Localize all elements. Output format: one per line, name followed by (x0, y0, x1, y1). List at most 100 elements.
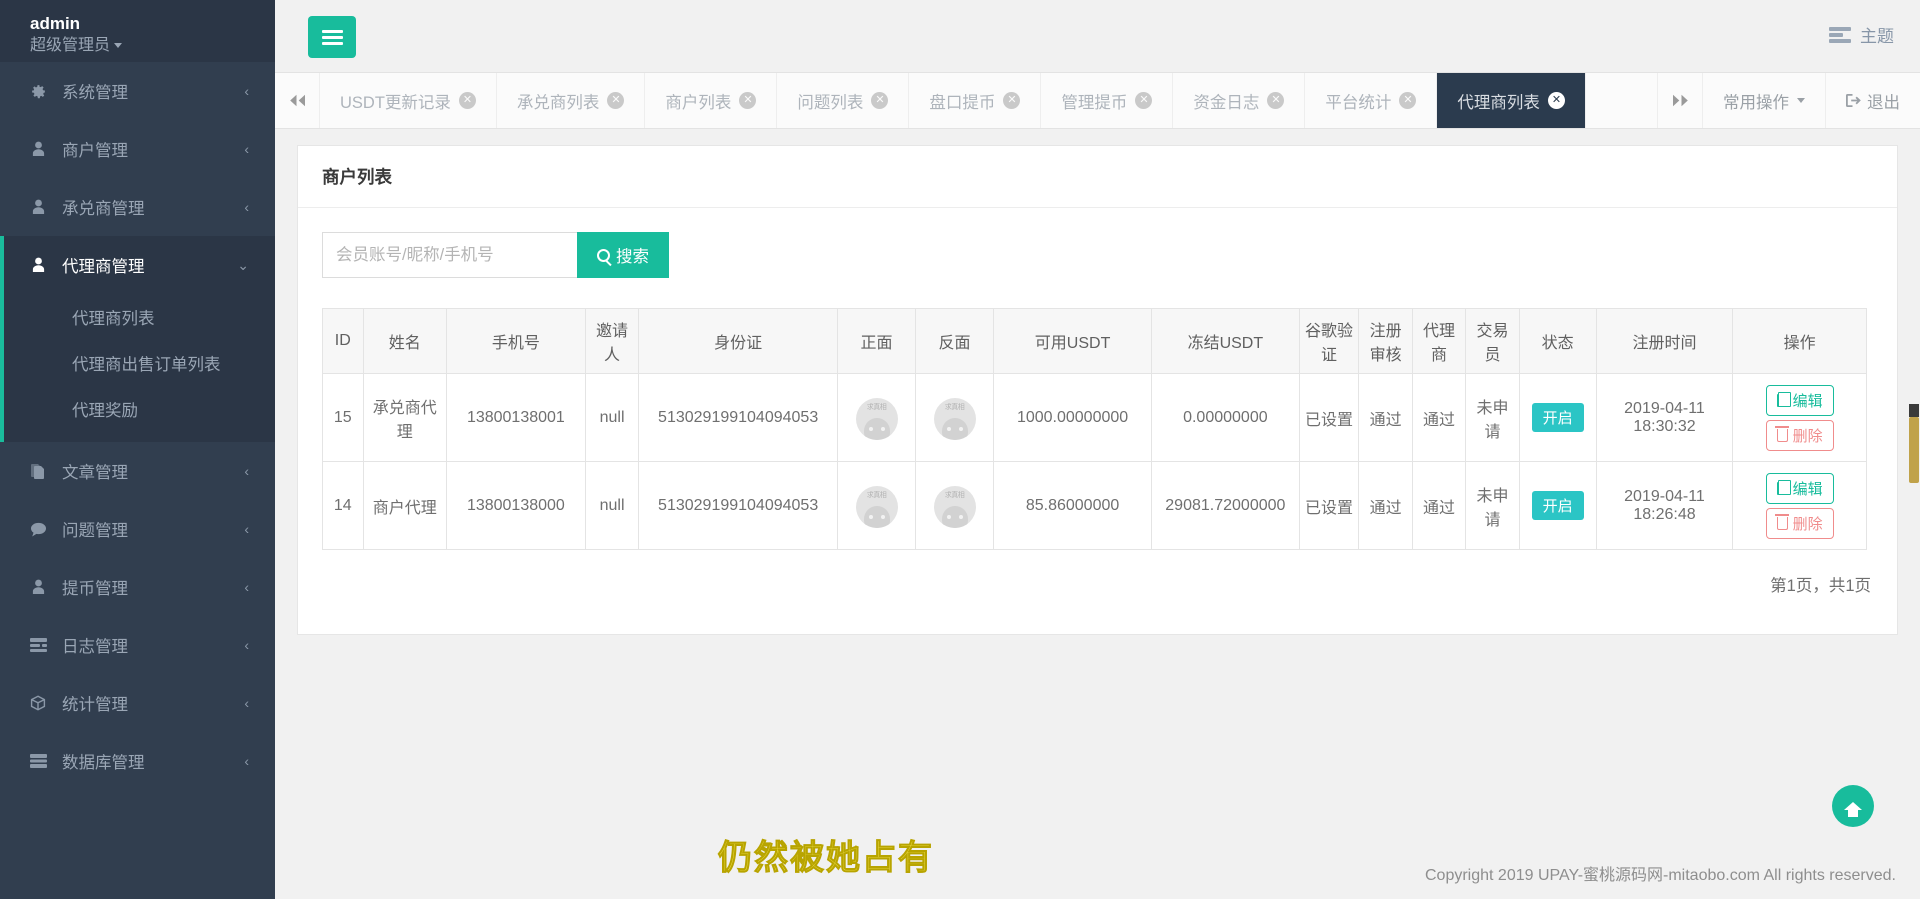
status-badge[interactable]: 开启 (1531, 491, 1584, 520)
hamburger-icon (321, 27, 343, 48)
agent-table: ID 姓名 手机号 邀请人 身份证 正面 反面 可用USDT 冻结USDT 谷歌… (322, 308, 1867, 550)
logout-button[interactable]: 退出 (1825, 73, 1920, 128)
page-scrollbar-track[interactable] (1908, 129, 1920, 899)
chevron-left-icon: ‹ (244, 753, 249, 769)
logout-icon (1846, 94, 1861, 107)
tab-close-icon[interactable]: ✕ (1547, 92, 1565, 109)
sidebar-link-article[interactable]: 文章管理 ‹ (0, 442, 275, 500)
gear-icon (26, 83, 50, 100)
tab-label: 承兑商列表 (516, 93, 600, 112)
copyright-text: Copyright 2019 UPAY-蜜桃源码网-mitaobo.com Al… (1425, 867, 1896, 884)
cell-trader: 未申请 (1465, 461, 1520, 550)
sidebar-link-merchant[interactable]: 商户管理 ‹ (0, 120, 275, 178)
sidebar-sublink-agent-sell-orders[interactable]: 代理商出售订单列表 (4, 340, 275, 386)
sidebar-item-log[interactable]: 日志管理 ‹ (0, 616, 275, 674)
database-icon (26, 754, 50, 768)
theme-button[interactable]: 主题 (1829, 22, 1894, 47)
tab-agent-list[interactable]: 代理商列表 ✕ (1437, 73, 1586, 128)
tab-usdt-update-log[interactable]: USDT更新记录 ✕ (320, 73, 497, 128)
search-button[interactable]: 搜索 (577, 232, 669, 278)
tab-close-icon[interactable]: ✕ (607, 92, 625, 109)
sidebar-label: 代理商管理 (62, 258, 145, 276)
tab-fund-log[interactable]: 资金日志 ✕ (1173, 73, 1306, 128)
sidebar-link-database[interactable]: 数据库管理 ‹ (0, 732, 275, 790)
id-front-thumbnail[interactable]: 求真相 (855, 485, 898, 528)
sidebar-link-acceptor[interactable]: 承兑商管理 ‹ (0, 178, 275, 236)
tab-close-icon[interactable]: ✕ (458, 92, 476, 109)
tab-scroll-left-button[interactable] (275, 73, 320, 128)
sidebar-item-article[interactable]: 文章管理 ‹ (0, 442, 275, 500)
page-scrollbar-thumb[interactable] (1909, 417, 1919, 483)
tab-close-icon[interactable]: ✕ (871, 92, 889, 109)
cell-id-front[interactable]: 求真相 (837, 373, 916, 462)
sidebar-item-system[interactable]: 系统管理 ‹ (0, 62, 275, 120)
sidebar-label: 日志管理 (62, 638, 128, 656)
sidebar-subitem-agent-list[interactable]: 代理商列表 (4, 294, 275, 340)
cell-register-time: 2019-04-11 18:30:32 (1595, 373, 1734, 462)
back-to-home-button[interactable] (1832, 785, 1874, 827)
edit-button-label: 编辑 (1792, 480, 1823, 498)
cell-name: 商户代理 (362, 461, 447, 550)
tab-close-icon[interactable]: ✕ (1267, 92, 1285, 109)
sidebar-subitem-agent-rewards[interactable]: 代理奖励 (4, 386, 275, 432)
sidebar-link-log[interactable]: 日志管理 ‹ (0, 616, 275, 674)
delete-button[interactable]: 删除 (1765, 507, 1834, 539)
sidebar-item-question[interactable]: 问题管理 ‹ (0, 500, 275, 558)
sidebar-link-system[interactable]: 系统管理 ‹ (0, 62, 275, 120)
sidebar-item-database[interactable]: 数据库管理 ‹ (0, 732, 275, 790)
sidebar-item-withdraw[interactable]: 提币管理 ‹ (0, 558, 275, 616)
col-actions: 操作 (1732, 308, 1867, 374)
sidebar-label: 提币管理 (62, 580, 128, 598)
status-badge[interactable]: 开启 (1531, 403, 1584, 432)
sidebar-item-acceptor[interactable]: 承兑商管理 ‹ (0, 178, 275, 236)
sidebar-label: 系统管理 (62, 84, 128, 102)
sidebar-label: 问题管理 (62, 522, 128, 540)
tab-admin-withdraw[interactable]: 管理提币 ✕ (1041, 73, 1174, 128)
cell-id-front[interactable]: 求真相 (837, 461, 916, 550)
tab-scroll-right-button[interactable] (1657, 73, 1702, 128)
tab-handicap-withdraw[interactable]: 盘口提币 ✕ (909, 73, 1042, 128)
sidebar-subitem-agent-sell-orders[interactable]: 代理商出售订单列表 (4, 340, 275, 386)
sidebar-link-agent[interactable]: 代理商管理 ⌄ (4, 236, 275, 294)
cell-id-back[interactable]: 求真相 (915, 461, 994, 550)
sidebar-toggle-button[interactable] (308, 16, 356, 58)
sidebar-item-agent[interactable]: 代理商管理 ⌄ 代理商列表 代理商出售订单列表 代理奖励 (0, 236, 275, 442)
sidebar-link-question[interactable]: 问题管理 ‹ (0, 500, 275, 558)
cube-icon (26, 695, 50, 711)
sidebar-item-merchant[interactable]: 商户管理 ‹ (0, 120, 275, 178)
chevron-left-icon: ‹ (244, 695, 249, 711)
cell-id-back[interactable]: 求真相 (915, 373, 994, 462)
sidebar-sublink-agent-list[interactable]: 代理商列表 (4, 294, 275, 340)
table-body: 15 承兑商代理 13800138001 null 51302919910409… (322, 373, 1867, 550)
edit-button[interactable]: 编辑 (1765, 384, 1834, 416)
sidebar-link-withdraw[interactable]: 提币管理 ‹ (0, 558, 275, 616)
tab-close-icon[interactable]: ✕ (1399, 92, 1417, 109)
edit-button[interactable]: 编辑 (1765, 472, 1834, 504)
id-front-thumbnail[interactable]: 求真相 (855, 397, 898, 440)
sidebar-user-block[interactable]: admin 超级管理员 (0, 0, 275, 62)
tab-close-icon[interactable]: ✕ (1135, 92, 1153, 109)
delete-button[interactable]: 删除 (1765, 419, 1834, 451)
tab-platform-statistics[interactable]: 平台统计 ✕ (1305, 73, 1438, 128)
id-back-thumbnail[interactable]: 求真相 (933, 485, 976, 528)
tab-close-icon[interactable]: ✕ (1003, 92, 1021, 109)
tab-acceptor-list[interactable]: 承兑商列表 ✕ (497, 73, 646, 128)
tab-label: 商户列表 (665, 93, 732, 112)
tab-question-list[interactable]: 问题列表 ✕ (777, 73, 910, 128)
search-input[interactable] (322, 232, 577, 278)
sidebar-item-statistics[interactable]: 统计管理 ‹ (0, 674, 275, 732)
sidebar-user-role: 超级管理员 (30, 36, 275, 56)
tab-label: 问题列表 (797, 93, 864, 112)
cell-status: 开启 (1518, 461, 1597, 550)
common-operations-label: 常用操作 (1723, 93, 1789, 112)
tab-merchant-list[interactable]: 商户列表 ✕ (645, 73, 778, 128)
chevron-left-icon: ‹ (244, 579, 249, 595)
sidebar-link-statistics[interactable]: 统计管理 ‹ (0, 674, 275, 732)
id-back-thumbnail[interactable]: 求真相 (933, 397, 976, 440)
tab-close-icon[interactable]: ✕ (739, 92, 757, 109)
common-operations-button[interactable]: 常用操作 (1702, 73, 1825, 128)
cell-inviter: null (584, 373, 640, 462)
cell-idcard: 513029199104094053 (638, 373, 838, 462)
col-register-time: 注册时间 (1595, 308, 1734, 374)
sidebar-sublink-agent-rewards[interactable]: 代理奖励 (4, 386, 275, 432)
